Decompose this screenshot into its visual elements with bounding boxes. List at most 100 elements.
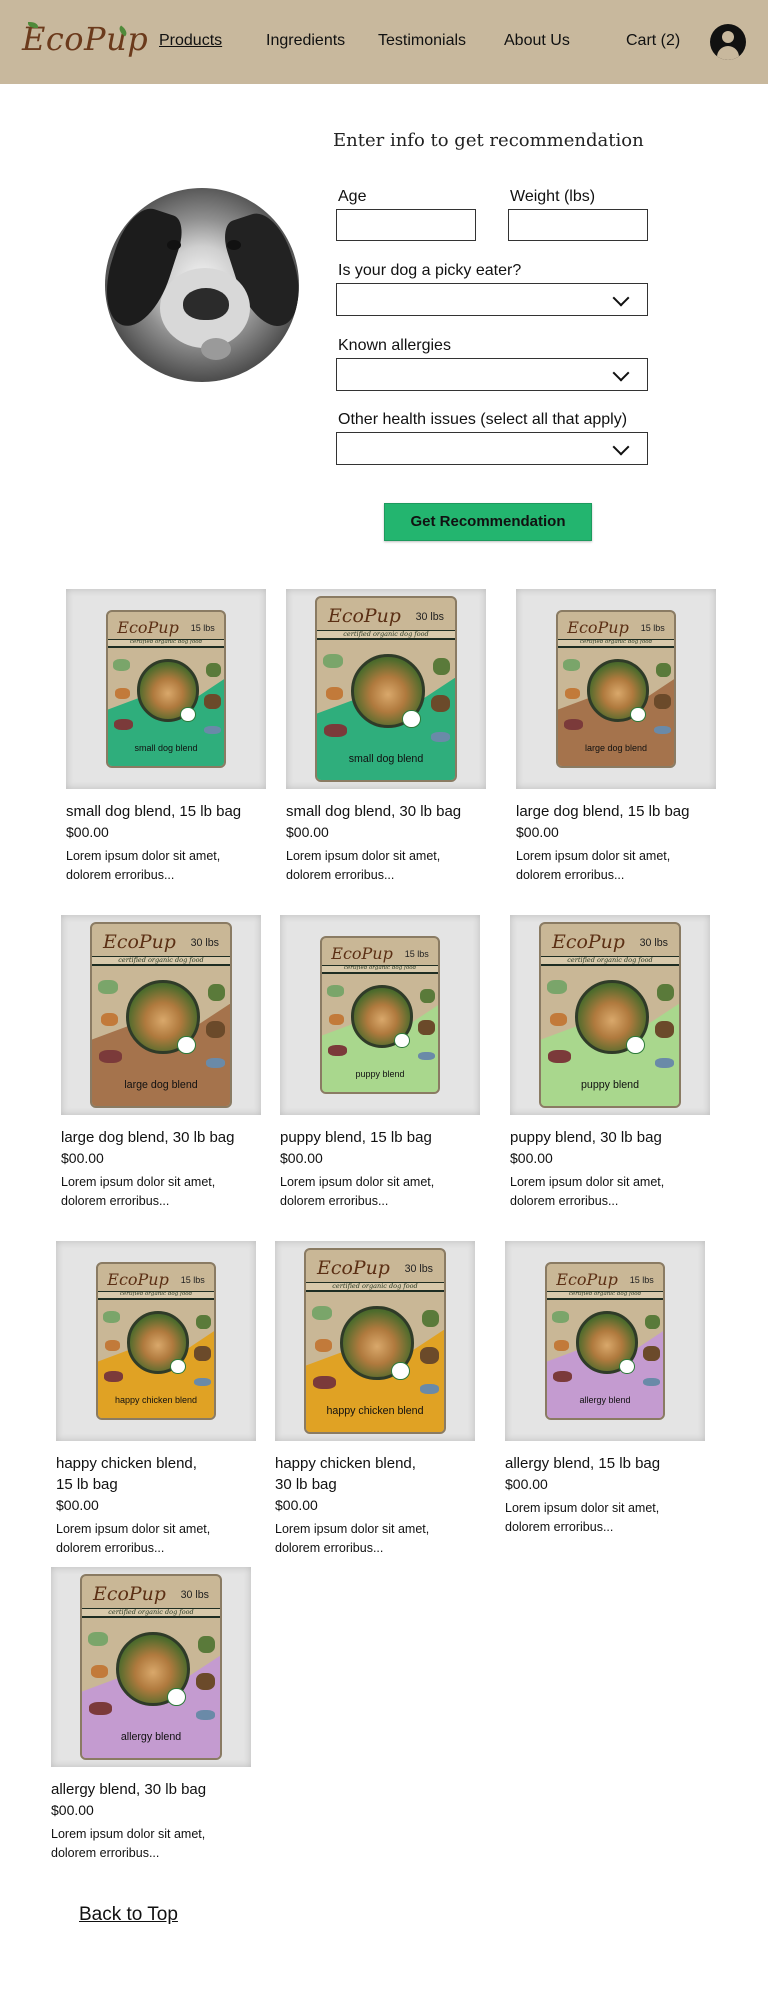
bag-tagline: certified organic dog food xyxy=(558,640,674,646)
bag-size-label: 15 lbs xyxy=(640,622,665,633)
organic-badge-icon xyxy=(402,709,421,729)
veggie-icon xyxy=(656,662,671,677)
bag-blend-label: happy chicken blend xyxy=(114,1395,198,1406)
organic-badge-icon xyxy=(391,1361,410,1381)
picky-eater-label: Is your dog a picky eater? xyxy=(338,262,522,279)
product-price: $00.00 xyxy=(275,1497,318,1513)
bag-size-label: 15 lbs xyxy=(404,948,429,959)
product-description: Lorem ipsum dolor sit amet, dolorem erro… xyxy=(516,849,671,882)
bag-tagline: certified organic dog food xyxy=(317,631,455,638)
bag-logo: EcoPup xyxy=(103,931,176,954)
veggie-icon xyxy=(645,1314,660,1329)
veggie-icon xyxy=(643,1346,660,1361)
veggie-icon xyxy=(565,687,580,699)
bag-blend-label: small dog blend xyxy=(348,753,424,766)
product-image[interactable]: EcoPup 30 lbs certified organic dog food… xyxy=(275,1241,475,1441)
veggie-icon xyxy=(194,1346,211,1361)
allergies-select[interactable] xyxy=(336,358,648,391)
product-title[interactable]: large dog blend, 15 lb bag xyxy=(516,801,736,822)
product-card[interactable]: EcoPup 30 lbs certified organic dog food… xyxy=(51,1567,251,1860)
product-image[interactable]: EcoPup 30 lbs certified organic dog food… xyxy=(51,1567,251,1767)
health-issues-select[interactable] xyxy=(336,432,648,465)
bag-logo: EcoPup xyxy=(328,605,401,628)
weight-input[interactable] xyxy=(508,209,648,241)
product-card[interactable]: EcoPup 30 lbs certified organic dog food… xyxy=(61,915,261,1208)
bag-tagline: certified organic dog food xyxy=(547,1292,663,1298)
product-description: Lorem ipsum dolor sit amet, dolorem erro… xyxy=(61,1175,216,1208)
dog-eye xyxy=(227,240,241,250)
veggie-icon xyxy=(548,1050,571,1064)
veggie-icon xyxy=(196,1314,211,1329)
product-title[interactable]: small dog blend, 15 lb bag xyxy=(66,801,286,822)
nav-about-us[interactable]: About Us xyxy=(504,32,570,50)
product-image[interactable]: EcoPup 15 lbs certified organic dog food… xyxy=(505,1241,705,1441)
product-image[interactable]: EcoPup 30 lbs certified organic dog food… xyxy=(286,589,486,789)
fish-icon xyxy=(430,731,451,742)
product-image[interactable]: EcoPup 15 lbs certified organic dog food… xyxy=(516,589,716,789)
product-price: $00.00 xyxy=(505,1476,548,1492)
product-card[interactable]: EcoPup 15 lbs certified organic dog food… xyxy=(56,1241,256,1555)
product-title[interactable]: allergy blend, 15 lb bag xyxy=(505,1453,725,1474)
organic-badge-icon xyxy=(167,1687,186,1707)
product-title[interactable]: puppy blend, 15 lb bag xyxy=(280,1127,500,1148)
bag-tagline: certified organic dog food xyxy=(98,1292,214,1298)
veggie-icon xyxy=(433,657,451,675)
bag-logo: EcoPup xyxy=(556,1270,618,1290)
product-card[interactable]: EcoPup 15 lbs certified organic dog food… xyxy=(516,589,716,882)
organic-badge-icon xyxy=(619,1358,635,1375)
product-card[interactable]: EcoPup 30 lbs certified organic dog food… xyxy=(510,915,710,1208)
product-card[interactable]: EcoPup 15 lbs certified organic dog food… xyxy=(66,589,266,882)
back-to-top-link[interactable]: Back to Top xyxy=(79,1904,178,1926)
bag-logo: EcoPup xyxy=(93,1583,166,1606)
product-image[interactable]: EcoPup 15 lbs certified organic dog food… xyxy=(280,915,480,1115)
account-icon-body xyxy=(717,46,739,60)
chevron-down-icon xyxy=(612,364,630,382)
product-card[interactable]: EcoPup 15 lbs certified organic dog food… xyxy=(280,915,480,1208)
product-card[interactable]: EcoPup 30 lbs certified organic dog food… xyxy=(286,589,486,882)
cart-link[interactable]: Cart (2) xyxy=(626,32,680,50)
dog-nose xyxy=(183,288,229,320)
product-title[interactable]: allergy blend, 30 lb bag xyxy=(51,1779,271,1800)
weight-label: Weight (lbs) xyxy=(510,188,596,205)
veggie-icon xyxy=(326,985,344,998)
bag-logo: EcoPup xyxy=(567,618,629,638)
dog-photo xyxy=(105,188,299,382)
bag-size-label: 30 lbs xyxy=(180,1588,209,1601)
get-recommendation-button[interactable]: Get Recommendation xyxy=(384,503,592,541)
product-title[interactable]: puppy blend, 30 lb bag xyxy=(510,1127,730,1148)
product-title[interactable]: happy chicken blend, 15 lb bag xyxy=(56,1453,216,1495)
bag-blend-label: puppy blend xyxy=(581,1079,639,1092)
product-image[interactable]: EcoPup 15 lbs certified organic dog food… xyxy=(66,589,266,789)
account-icon[interactable] xyxy=(710,24,746,60)
picky-eater-select[interactable] xyxy=(336,283,648,316)
veggie-icon xyxy=(208,983,226,1001)
product-price: $00.00 xyxy=(286,824,329,840)
product-description: Lorem ipsum dolor sit amet, dolorem erro… xyxy=(66,849,221,882)
veggie-icon xyxy=(553,1371,573,1383)
veggie-icon xyxy=(89,1702,112,1716)
food-bag-illustration: EcoPup 30 lbs certified organic dog food… xyxy=(315,596,457,782)
product-image[interactable]: EcoPup 30 lbs certified organic dog food… xyxy=(61,915,261,1115)
ecopup-logo[interactable]: EcoPup xyxy=(22,20,148,58)
veggie-icon xyxy=(112,659,130,672)
product-card[interactable]: EcoPup 15 lbs certified organic dog food… xyxy=(505,1241,705,1534)
veggie-icon xyxy=(430,694,451,712)
veggie-icon xyxy=(313,1376,336,1390)
product-title[interactable]: small dog blend, 30 lb bag xyxy=(286,801,506,822)
veggie-icon xyxy=(554,1339,569,1351)
fish-icon xyxy=(204,725,221,735)
bag-logo: EcoPup xyxy=(107,1270,169,1290)
age-input[interactable] xyxy=(336,209,476,241)
product-title[interactable]: large dog blend, 30 lb bag xyxy=(61,1127,281,1148)
nav-products[interactable]: Products xyxy=(159,32,222,50)
product-title[interactable]: happy chicken blend, 30 lb bag xyxy=(275,1453,435,1495)
nav-ingredients[interactable]: Ingredients xyxy=(266,32,345,50)
product-image[interactable]: EcoPup 15 lbs certified organic dog food… xyxy=(56,1241,256,1441)
product-image[interactable]: EcoPup 30 lbs certified organic dog food… xyxy=(510,915,710,1115)
bag-logo: EcoPup xyxy=(317,1257,390,1280)
veggie-icon xyxy=(564,719,584,731)
veggie-icon xyxy=(90,1665,108,1679)
bag-blend-label: puppy blend xyxy=(355,1069,405,1080)
product-card[interactable]: EcoPup 30 lbs certified organic dog food… xyxy=(275,1241,475,1555)
nav-testimonials[interactable]: Testimonials xyxy=(378,32,466,50)
